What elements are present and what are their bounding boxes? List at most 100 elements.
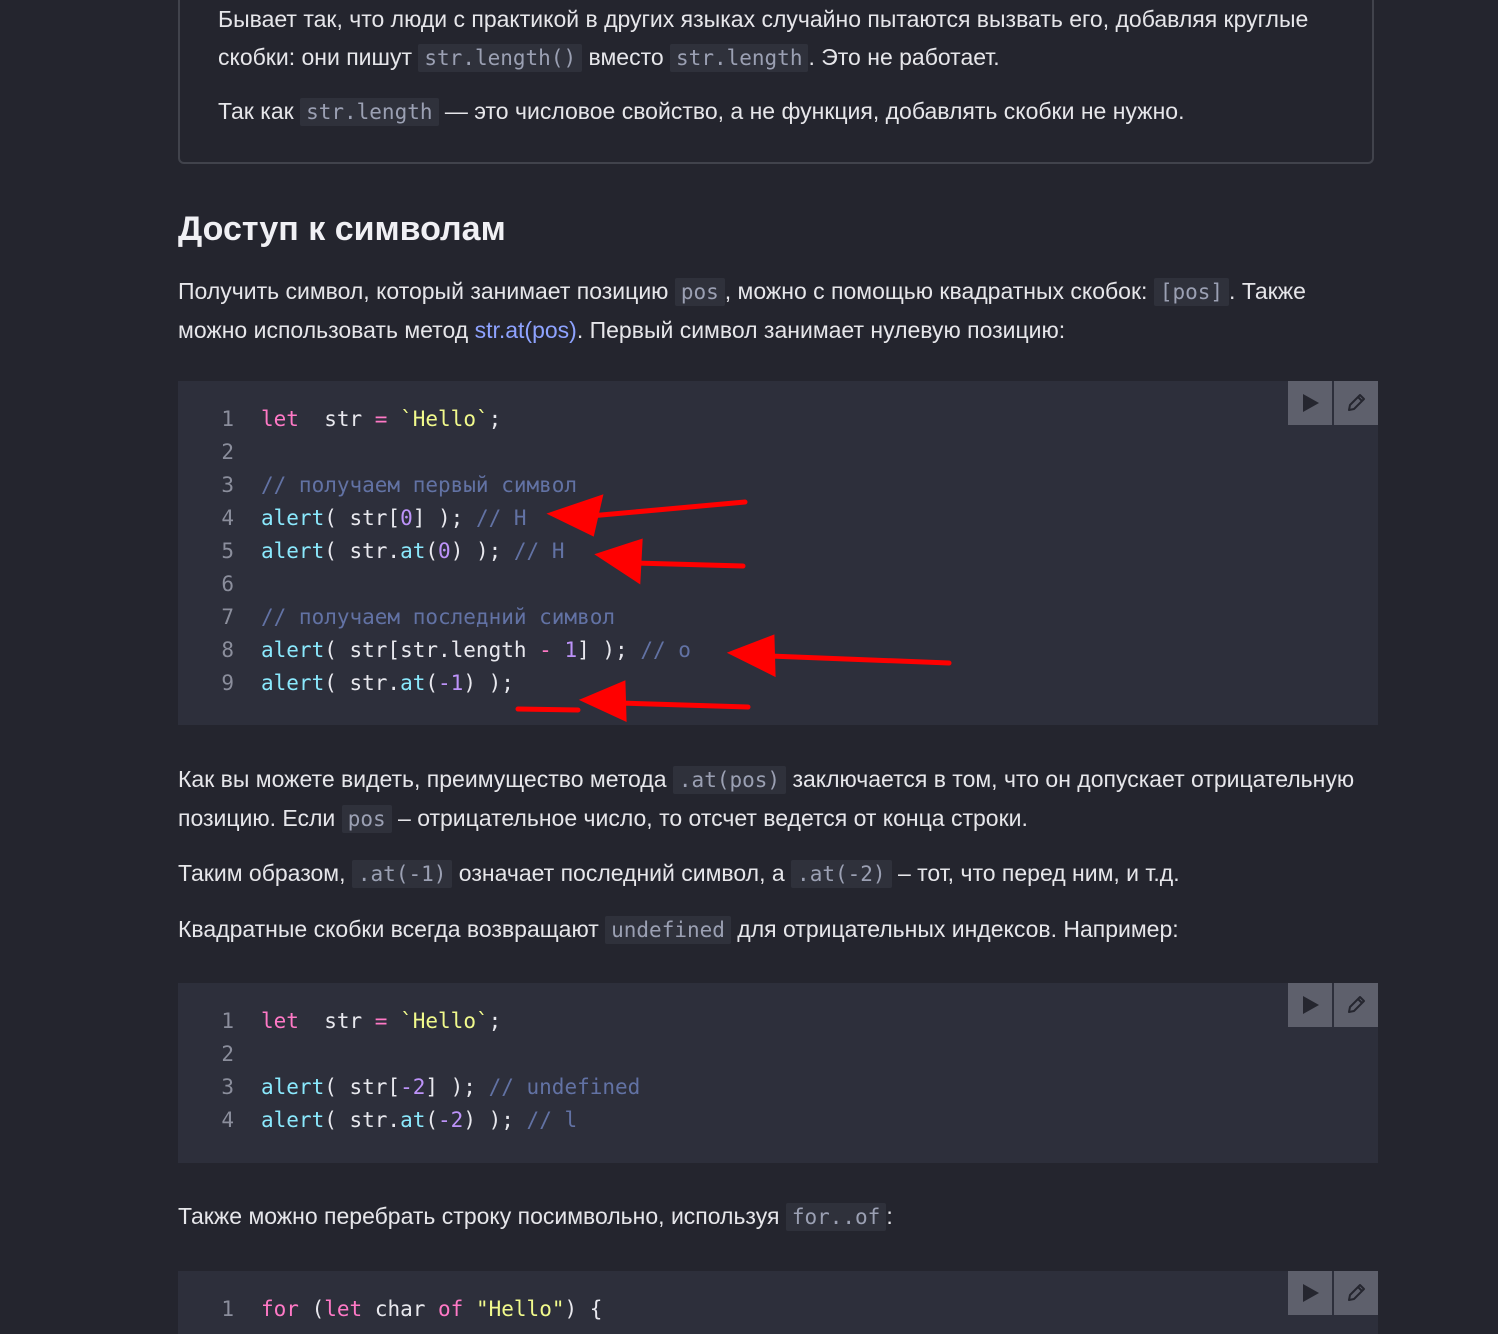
note-paragraph-1: Бывает так, что люди с практикой в други…	[218, 0, 1338, 77]
inline-code: pos	[341, 805, 392, 833]
code-token: alert	[261, 539, 325, 563]
code-line: 2	[178, 1038, 640, 1071]
code-line: 9 alert( str.at(-1) );	[178, 667, 691, 700]
code-token: ( str.	[324, 671, 401, 695]
code-token: let	[324, 1297, 363, 1321]
inline-code: for..of	[785, 1203, 887, 1231]
code-token: alert	[261, 506, 325, 530]
edit-button[interactable]	[1334, 983, 1378, 1027]
note-box: Бывает так, что люди с практикой в други…	[178, 0, 1374, 164]
code-token: ] );	[577, 638, 641, 662]
pencil-icon	[1348, 996, 1365, 1013]
code-token: (	[425, 1108, 439, 1132]
code-token: ( str[str.length	[324, 638, 540, 662]
paragraph-text: Получить символ, который занимает позици…	[178, 278, 675, 304]
code-token: 0	[400, 506, 413, 530]
code-token: 0	[438, 539, 451, 563]
note-text: Так как	[218, 98, 301, 124]
line-number: 1	[221, 407, 234, 431]
code-toolbar	[1286, 381, 1378, 425]
code-toolbar	[1286, 983, 1378, 1027]
code-token: ( str.	[324, 539, 401, 563]
code-line: 2	[178, 436, 691, 469]
play-icon	[1303, 1284, 1319, 1302]
undefined-paragraph: Квадратные скобки всегда возвращают unde…	[178, 910, 1378, 949]
code-token: =	[374, 407, 388, 431]
code-token: `Hello`	[400, 1009, 489, 1033]
code-token: let	[261, 1009, 299, 1033]
code-line: 4 alert( str.at(-2) ); // l	[178, 1104, 640, 1137]
note-text: вместо	[582, 44, 671, 70]
code-lines: 1 let str = `Hello`; 2 3 alert( str[-2] ); /…	[178, 1005, 640, 1137]
line-number: 4	[221, 1108, 234, 1132]
code-line: 1 let str = `Hello`;	[178, 403, 691, 436]
code-token: alert	[261, 1075, 325, 1099]
code-token: let	[261, 407, 299, 431]
line-number: 3	[221, 1075, 234, 1099]
pencil-icon	[1348, 394, 1365, 411]
run-button[interactable]	[1288, 1271, 1332, 1315]
edit-button[interactable]	[1334, 381, 1378, 425]
code-token: // H	[513, 539, 565, 563]
code-token: ] );	[425, 1075, 489, 1099]
paragraph-text: – отрицательное число, то отсчет ведется…	[391, 805, 1028, 831]
inline-code: undefined	[605, 916, 731, 944]
paragraph-text: означает последний символ, а	[452, 860, 792, 886]
code-token: (	[298, 1297, 325, 1321]
code-line: 3 // получаем первый символ	[178, 469, 691, 502]
note-paragraph-2: Так как str.length — это числовое свойст…	[218, 92, 1338, 131]
line-number: 1	[221, 1009, 234, 1033]
str-at-link[interactable]: str.at(pos)	[475, 317, 577, 343]
negative-index-paragraph: Таким образом, .at(-1) означает последни…	[178, 854, 1378, 893]
inline-code: .at(-2)	[791, 860, 892, 888]
line-number: 5	[221, 539, 234, 563]
run-button[interactable]	[1288, 381, 1332, 425]
note-text: — это числовое свойство, а не функция, д…	[438, 98, 1185, 124]
inline-code: [pos]	[1153, 278, 1230, 306]
code-token: str	[298, 407, 375, 431]
code-line: 8 alert( str[str.length - 1] ); // o	[178, 634, 691, 667]
code-token: "Hello"	[475, 1297, 565, 1321]
code-token: at	[400, 539, 426, 563]
run-button[interactable]	[1288, 983, 1332, 1027]
intro-paragraph: Получить символ, который занимает позици…	[178, 272, 1378, 349]
code-line: 1 for (let char of "Hello") {	[178, 1293, 602, 1326]
code-block-1: 1 let str = `Hello`; 2 3 // получаем первый …	[178, 381, 1378, 725]
code-token: ) );	[463, 1108, 527, 1132]
code-token: ;	[488, 1009, 502, 1033]
code-line: 1 let str = `Hello`;	[178, 1005, 640, 1038]
line-number: 7	[221, 605, 234, 629]
code-block-2: 1 let str = `Hello`; 2 3 alert( str[-2] ); /…	[178, 983, 1378, 1163]
code-token: -2	[400, 1075, 426, 1099]
play-icon	[1303, 394, 1319, 412]
note-text: . Это не работает.	[808, 44, 1000, 70]
paragraph-text: . Первый символ занимает нулевую позицию…	[576, 317, 1066, 343]
code-token: // получаем последний символ	[261, 605, 616, 629]
inline-code: str.length	[670, 44, 809, 72]
code-line: 7 // получаем последний символ	[178, 601, 691, 634]
code-lines: 1 for (let char of "Hello") {	[178, 1293, 602, 1326]
edit-button[interactable]	[1334, 1271, 1378, 1315]
code-line: 6	[178, 568, 691, 601]
code-line: 5 alert( str.at(0) ); // H	[178, 535, 691, 568]
line-number: 6	[221, 572, 234, 596]
code-token: ) );	[450, 539, 514, 563]
code-token: ) {	[564, 1297, 603, 1321]
code-token: -	[539, 638, 552, 662]
code-token: ) );	[463, 671, 514, 695]
code-token: // H	[475, 506, 527, 530]
code-token: // получаем первый символ	[261, 473, 578, 497]
line-number: 1	[221, 1297, 234, 1321]
inline-code: str.length()	[418, 44, 583, 72]
pencil-icon	[1348, 1284, 1365, 1301]
code-token: // undefined	[488, 1075, 641, 1099]
paragraph-text: , можно с помощью квадратных скобок:	[724, 278, 1154, 304]
code-token: =	[374, 1009, 388, 1033]
code-token: ( str[	[324, 506, 401, 530]
code-token: at	[400, 1108, 426, 1132]
code-token: (	[425, 539, 439, 563]
code-token: ( str[	[324, 1075, 401, 1099]
